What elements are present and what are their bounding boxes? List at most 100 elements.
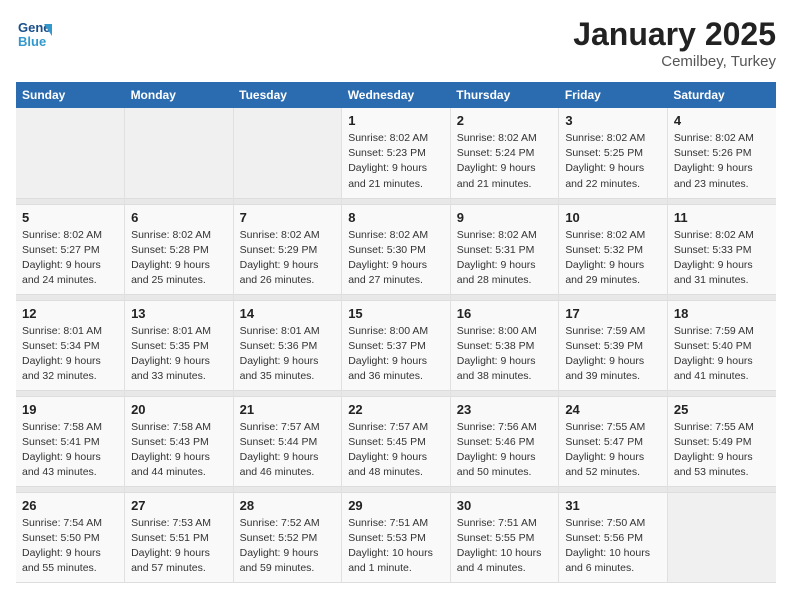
day-number: 15 (348, 306, 444, 321)
day-detail: Sunrise: 7:53 AMSunset: 5:51 PMDaylight:… (131, 516, 227, 577)
day-header-monday: Monday (125, 82, 234, 108)
day-cell: 12Sunrise: 8:01 AMSunset: 5:34 PMDayligh… (16, 300, 125, 390)
day-detail: Sunrise: 7:57 AMSunset: 5:44 PMDaylight:… (240, 420, 336, 481)
day-cell: 1 Sunrise: 8:02 AMSunset: 5:23 PMDaylight… (342, 108, 451, 198)
day-cell: 8 Sunrise: 8:02 AMSunset: 5:30 PMDaylight… (342, 204, 451, 294)
day-detail: Sunrise: 8:01 AMSunset: 5:36 PMDaylight:… (240, 324, 336, 385)
day-detail: Sunrise: 8:02 AMSunset: 5:27 PMDaylight:… (22, 228, 118, 289)
day-header-friday: Friday (559, 82, 668, 108)
day-cell: 21 Sunrise: 7:57 AMSunset: 5:44 PMDayligh… (233, 396, 342, 486)
day-cell: 10 Sunrise: 8:02 AMSunset: 5:32 PMDayligh… (559, 204, 668, 294)
day-number: 16 (457, 306, 553, 321)
day-cell: 31 Sunrise: 7:50 AMSunset: 5:56 PMDayligh… (559, 492, 668, 582)
day-cell: 27 Sunrise: 7:53 AMSunset: 5:51 PMDayligh… (125, 492, 234, 582)
day-cell: 7 Sunrise: 8:02 AMSunset: 5:29 PMDaylight… (233, 204, 342, 294)
week-row-5: 26 Sunrise: 7:54 AMSunset: 5:50 PMDayligh… (16, 492, 776, 582)
day-number: 5 (22, 210, 118, 225)
day-cell: 16 Sunrise: 8:00 AMSunset: 5:38 PMDayligh… (450, 300, 559, 390)
week-row-4: 19 Sunrise: 7:58 AMSunset: 5:41 PMDayligh… (16, 396, 776, 486)
day-cell (667, 492, 776, 582)
day-number: 20 (131, 402, 227, 417)
day-header-thursday: Thursday (450, 82, 559, 108)
day-cell: 28 Sunrise: 7:52 AMSunset: 5:52 PMDayligh… (233, 492, 342, 582)
page-header: General Blue January 2025 Cemilbey, Turk… (16, 16, 776, 70)
day-cell (16, 108, 125, 198)
week-row-3: 12Sunrise: 8:01 AMSunset: 5:34 PMDayligh… (16, 300, 776, 390)
day-number: 26 (22, 498, 118, 513)
day-number: 7 (240, 210, 336, 225)
day-detail: Sunrise: 8:01 AMSunset: 5:35 PMDaylight:… (131, 324, 227, 385)
day-cell: 25Sunrise: 7:55 AMSunset: 5:49 PMDayligh… (667, 396, 776, 486)
day-header-tuesday: Tuesday (233, 82, 342, 108)
day-cell: 20 Sunrise: 7:58 AMSunset: 5:43 PMDayligh… (125, 396, 234, 486)
day-detail: Sunrise: 8:02 AMSunset: 5:31 PMDaylight:… (457, 228, 553, 289)
day-cell (233, 108, 342, 198)
day-cell: 5 Sunrise: 8:02 AMSunset: 5:27 PMDaylight… (16, 204, 125, 294)
day-detail: Sunrise: 8:02 AMSunset: 5:26 PMDaylight:… (674, 131, 770, 192)
week-row-1: 1 Sunrise: 8:02 AMSunset: 5:23 PMDaylight… (16, 108, 776, 198)
day-number: 10 (565, 210, 661, 225)
day-cell: 23Sunrise: 7:56 AMSunset: 5:46 PMDayligh… (450, 396, 559, 486)
calendar-table: SundayMondayTuesdayWednesdayThursdayFrid… (16, 82, 776, 583)
day-number: 24 (565, 402, 661, 417)
day-detail: Sunrise: 8:02 AMSunset: 5:24 PMDaylight:… (457, 131, 553, 192)
day-detail: Sunrise: 8:00 AMSunset: 5:38 PMDaylight:… (457, 324, 553, 385)
day-number: 11 (674, 210, 770, 225)
day-detail: Sunrise: 8:02 AMSunset: 5:30 PMDaylight:… (348, 228, 444, 289)
day-header-saturday: Saturday (667, 82, 776, 108)
day-cell (125, 108, 234, 198)
day-detail: Sunrise: 7:56 AMSunset: 5:46 PMDaylight:… (457, 420, 553, 481)
day-cell: 29 Sunrise: 7:51 AMSunset: 5:53 PMDayligh… (342, 492, 451, 582)
day-detail: Sunrise: 8:02 AMSunset: 5:32 PMDaylight:… (565, 228, 661, 289)
day-cell: 4Sunrise: 8:02 AMSunset: 5:26 PMDaylight… (667, 108, 776, 198)
location: Cemilbey, Turkey (573, 53, 776, 70)
day-detail: Sunrise: 7:51 AMSunset: 5:53 PMDaylight:… (348, 516, 444, 577)
day-cell: 14 Sunrise: 8:01 AMSunset: 5:36 PMDayligh… (233, 300, 342, 390)
day-number: 31 (565, 498, 661, 513)
day-header-wednesday: Wednesday (342, 82, 451, 108)
day-detail: Sunrise: 7:59 AMSunset: 5:39 PMDaylight:… (565, 324, 661, 385)
day-detail: Sunrise: 8:02 AMSunset: 5:25 PMDaylight:… (565, 131, 661, 192)
day-detail: Sunrise: 7:59 AMSunset: 5:40 PMDaylight:… (674, 324, 770, 385)
day-detail: Sunrise: 7:58 AMSunset: 5:43 PMDaylight:… (131, 420, 227, 481)
day-cell: 24 Sunrise: 7:55 AMSunset: 5:47 PMDayligh… (559, 396, 668, 486)
day-detail: Sunrise: 8:02 AMSunset: 5:33 PMDaylight:… (674, 228, 770, 289)
day-number: 17 (565, 306, 661, 321)
day-number: 28 (240, 498, 336, 513)
day-detail: Sunrise: 7:58 AMSunset: 5:41 PMDaylight:… (22, 420, 118, 481)
day-cell: 30Sunrise: 7:51 AMSunset: 5:55 PMDayligh… (450, 492, 559, 582)
day-number: 6 (131, 210, 227, 225)
title-block: January 2025 Cemilbey, Turkey (573, 16, 776, 70)
day-cell: 17 Sunrise: 7:59 AMSunset: 5:39 PMDayligh… (559, 300, 668, 390)
logo-icon: General Blue (16, 16, 52, 52)
day-number: 3 (565, 113, 661, 128)
day-detail: Sunrise: 8:02 AMSunset: 5:28 PMDaylight:… (131, 228, 227, 289)
week-row-2: 5 Sunrise: 8:02 AMSunset: 5:27 PMDaylight… (16, 204, 776, 294)
day-detail: Sunrise: 7:55 AMSunset: 5:49 PMDaylight:… (674, 420, 770, 481)
day-cell: 6 Sunrise: 8:02 AMSunset: 5:28 PMDaylight… (125, 204, 234, 294)
day-cell: 19 Sunrise: 7:58 AMSunset: 5:41 PMDayligh… (16, 396, 125, 486)
day-detail: Sunrise: 7:55 AMSunset: 5:47 PMDaylight:… (565, 420, 661, 481)
day-detail: Sunrise: 7:54 AMSunset: 5:50 PMDaylight:… (22, 516, 118, 577)
day-detail: Sunrise: 7:50 AMSunset: 5:56 PMDaylight:… (565, 516, 661, 577)
day-cell: 2Sunrise: 8:02 AMSunset: 5:24 PMDaylight… (450, 108, 559, 198)
day-cell: 18Sunrise: 7:59 AMSunset: 5:40 PMDayligh… (667, 300, 776, 390)
day-number: 8 (348, 210, 444, 225)
day-number: 12 (22, 306, 118, 321)
svg-text:Blue: Blue (18, 34, 46, 49)
day-number: 1 (348, 113, 444, 128)
day-number: 19 (22, 402, 118, 417)
day-number: 27 (131, 498, 227, 513)
day-detail: Sunrise: 7:51 AMSunset: 5:55 PMDaylight:… (457, 516, 553, 577)
day-cell: 13Sunrise: 8:01 AMSunset: 5:35 PMDayligh… (125, 300, 234, 390)
day-detail: Sunrise: 8:00 AMSunset: 5:37 PMDaylight:… (348, 324, 444, 385)
day-detail: Sunrise: 8:02 AMSunset: 5:29 PMDaylight:… (240, 228, 336, 289)
day-cell: 11 Sunrise: 8:02 AMSunset: 5:33 PMDayligh… (667, 204, 776, 294)
logo: General Blue (16, 16, 56, 52)
day-detail: Sunrise: 7:52 AMSunset: 5:52 PMDaylight:… (240, 516, 336, 577)
day-number: 29 (348, 498, 444, 513)
day-number: 21 (240, 402, 336, 417)
day-detail: Sunrise: 8:02 AMSunset: 5:23 PMDaylight:… (348, 131, 444, 192)
day-header-sunday: Sunday (16, 82, 125, 108)
day-number: 14 (240, 306, 336, 321)
